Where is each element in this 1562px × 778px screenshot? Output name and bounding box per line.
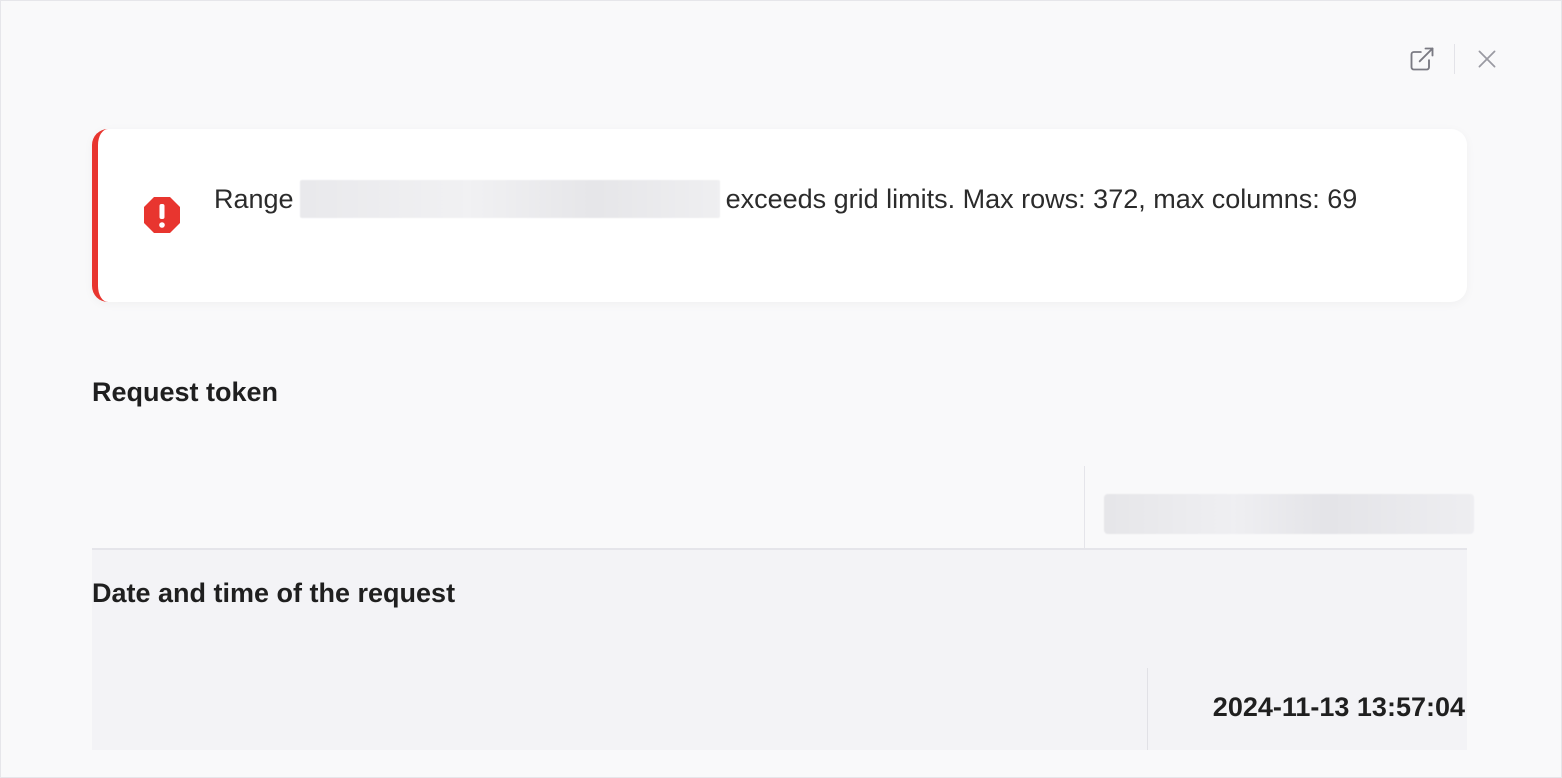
request-datetime-value: 2024-11-13 13:57:04 <box>1212 692 1465 722</box>
redacted-range <box>299 179 720 218</box>
error-alert: Range exceeds grid limits. Max rows: 372,… <box>92 129 1467 302</box>
open-external-button[interactable] <box>1404 41 1440 77</box>
details-panel: Range exceeds grid limits. Max rows: 372,… <box>0 0 1562 778</box>
row-divider <box>1084 466 1085 550</box>
close-button[interactable] <box>1469 41 1505 77</box>
request-token-label: Request token <box>92 377 279 407</box>
error-icon <box>144 197 180 233</box>
request-datetime-label: Date and time of the request <box>92 578 456 608</box>
external-link-icon <box>1410 47 1434 71</box>
alert-text-before: Range <box>214 184 294 214</box>
header-actions <box>1404 41 1505 77</box>
alert-text-after: exceeds grid limits. Max rows: 372, max … <box>725 184 1358 214</box>
header-divider <box>1454 44 1455 74</box>
row-divider <box>1147 668 1148 750</box>
request-token-row <box>92 466 1474 550</box>
alert-message: Range exceeds grid limits. Max rows: 372,… <box>214 179 1374 222</box>
close-icon <box>1478 50 1496 68</box>
request-datetime-block: Date and time of the request 2024-11-13 … <box>92 550 1467 750</box>
redacted-token-value <box>1104 494 1474 534</box>
